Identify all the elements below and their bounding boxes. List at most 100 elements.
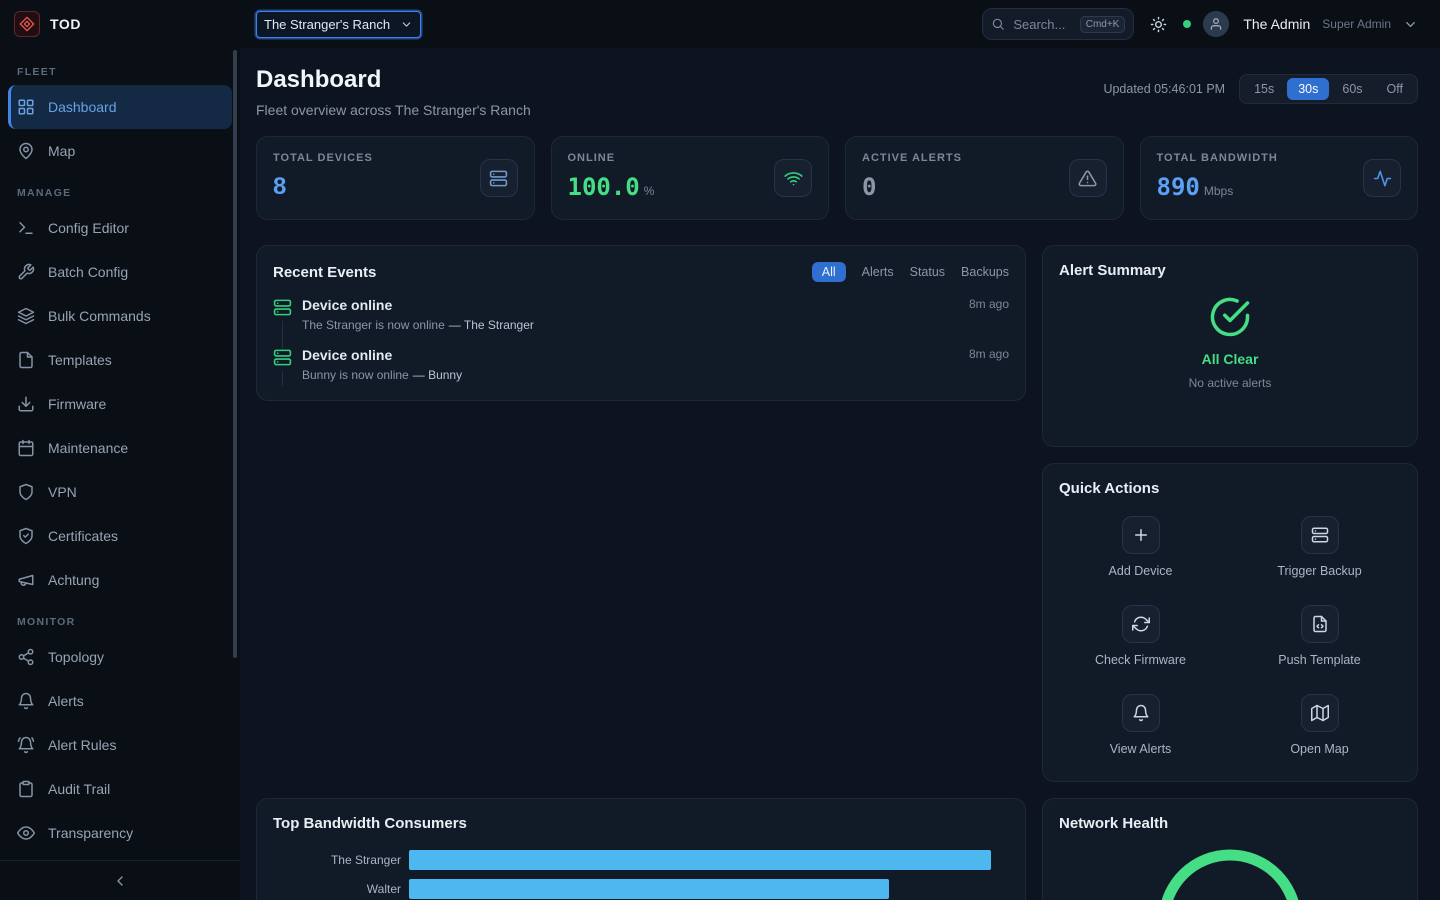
bandwidth-consumers-card: Top Bandwidth Consumers The Stranger Wal… [256,798,1026,900]
sidebar-item-label: Topology [48,649,104,665]
sidebar-item-audit-trail[interactable]: Audit Trail [0,767,240,811]
stat-value: 100.0% [568,173,655,201]
stat-label: ACTIVE ALERTS [862,152,962,164]
clipboard-icon [17,780,35,798]
map-pin-icon [17,142,35,160]
sidebar-nav: FLEET Dashboard Map MANAGE Config Editor… [0,48,240,860]
page-subtitle: Fleet overview across The Stranger's Ran… [256,102,531,118]
sidebar-item-config-editor[interactable]: Config Editor [0,206,240,250]
event-description: The Stranger is now online— The Stranger [302,318,534,332]
app-window: TOD FLEET Dashboard Map MANAGE Config Ed… [0,0,1440,900]
stat-label: ONLINE [568,152,655,164]
section-label-fleet: FLEET [0,52,240,85]
sidebar-item-label: Bulk Commands [48,308,151,324]
event-row: Device online The Stranger is now online… [273,297,1009,347]
check-circle-icon [1209,296,1251,338]
sidebar-scrollbar[interactable] [233,50,237,658]
server-icon [480,159,518,197]
quick-action-open-map[interactable]: Open Map [1238,694,1401,756]
chevron-down-icon [1403,17,1418,32]
sidebar-item-label: Audit Trail [48,781,110,797]
refresh-option-15s[interactable]: 15s [1243,78,1285,100]
sidebar-item-maintenance[interactable]: Maintenance [0,426,240,470]
event-time: 8m ago [969,297,1009,311]
page-header: Dashboard Fleet overview across The Stra… [256,66,1418,118]
sidebar-item-alerts[interactable]: Alerts [0,679,240,723]
sidebar-item-batch-config[interactable]: Batch Config [0,250,240,294]
app-name: TOD [50,16,81,32]
file-code-icon [1301,605,1339,643]
sidebar-item-firmware[interactable]: Firmware [0,382,240,426]
quick-action-view-alerts[interactable]: View Alerts [1059,694,1222,756]
chevron-down-icon [400,18,413,31]
sidebar-item-map[interactable]: Map [0,129,240,173]
app-logo: TOD [0,0,240,48]
bandwidth-bar [409,850,991,870]
filter-alerts[interactable]: Alerts [862,265,894,279]
site-selector[interactable]: The Stranger's Ranch [256,11,421,38]
alert-triangle-icon [1069,159,1107,197]
site-selector-value: The Stranger's Ranch [264,17,390,32]
sidebar-item-label: Config Editor [48,220,129,236]
section-label-manage: MANAGE [0,173,240,206]
avatar[interactable] [1203,11,1229,37]
event-description: Bunny is now online— Bunny [302,368,462,382]
server-icon [273,348,292,367]
stat-value: 0 [862,173,962,201]
sidebar-item-label: Dashboard [48,99,117,115]
event-device: — Bunny [413,368,462,382]
sidebar-item-dashboard[interactable]: Dashboard [8,85,232,129]
filter-status[interactable]: Status [910,265,945,279]
bandwidth-bar [409,879,889,899]
bell-ring-icon [17,736,35,754]
stat-value: 8 [273,173,373,201]
sidebar-item-certificates[interactable]: Certificates [0,514,240,558]
bell-icon [1122,694,1160,732]
bandwidth-row: The Stranger [273,850,1009,870]
stat-card-total-bandwidth: TOTAL BANDWIDTH 890Mbps [1140,136,1419,220]
sun-icon [1150,16,1167,33]
refresh-option-60s[interactable]: 60s [1331,78,1373,100]
user-icon [1209,17,1223,31]
bell-icon [17,692,35,710]
alert-summary-card: Alert Summary All Clear No active alerts [1042,245,1418,447]
refresh-option-off[interactable]: Off [1376,78,1414,100]
recent-events-title: Recent Events [273,264,376,281]
sidebar-item-vpn[interactable]: VPN [0,470,240,514]
event-device: — The Stranger [449,318,534,332]
quick-action-label: Open Map [1290,742,1348,756]
refresh-icon [1122,605,1160,643]
sidebar-item-label: Alerts [48,693,84,709]
download-icon [17,395,35,413]
sidebar-item-alert-rules[interactable]: Alert Rules [0,723,240,767]
calendar-icon [17,439,35,457]
quick-action-check-firmware[interactable]: Check Firmware [1059,605,1222,667]
quick-action-add-device[interactable]: Add Device [1059,516,1222,578]
quick-action-push-template[interactable]: Push Template [1238,605,1401,667]
sidebar-item-transparency[interactable]: Transparency [0,811,240,855]
search-box[interactable]: Cmd+K [982,8,1134,40]
quick-actions-card: Quick Actions Add Device Trigger Backup [1042,463,1418,782]
user-menu-button[interactable] [1403,17,1418,32]
sidebar-collapse-button[interactable] [0,860,240,900]
sidebar-item-label: Transparency [48,825,133,841]
quick-action-label: Push Template [1278,653,1360,667]
sidebar-item-topology[interactable]: Topology [0,635,240,679]
bandwidth-chart: The Stranger Walter [273,850,1009,899]
filter-all[interactable]: All [812,262,846,282]
theme-toggle-button[interactable] [1146,12,1171,37]
quick-action-label: Check Firmware [1095,653,1186,667]
sidebar-item-achtung[interactable]: Achtung [0,558,240,602]
dashboard-grid-icon [17,98,35,116]
file-icon [17,351,35,369]
network-health-value: 100 [1154,845,1306,900]
quick-action-trigger-backup[interactable]: Trigger Backup [1238,516,1401,578]
stat-unit: Mbps [1204,184,1233,198]
quick-actions-title: Quick Actions [1059,480,1401,497]
refresh-option-30s[interactable]: 30s [1287,78,1329,100]
sidebar-item-templates[interactable]: Templates [0,338,240,382]
sidebar-item-bulk-commands[interactable]: Bulk Commands [0,294,240,338]
search-input[interactable] [1011,16,1073,33]
network-health-title: Network Health [1059,815,1401,832]
filter-backups[interactable]: Backups [961,265,1009,279]
